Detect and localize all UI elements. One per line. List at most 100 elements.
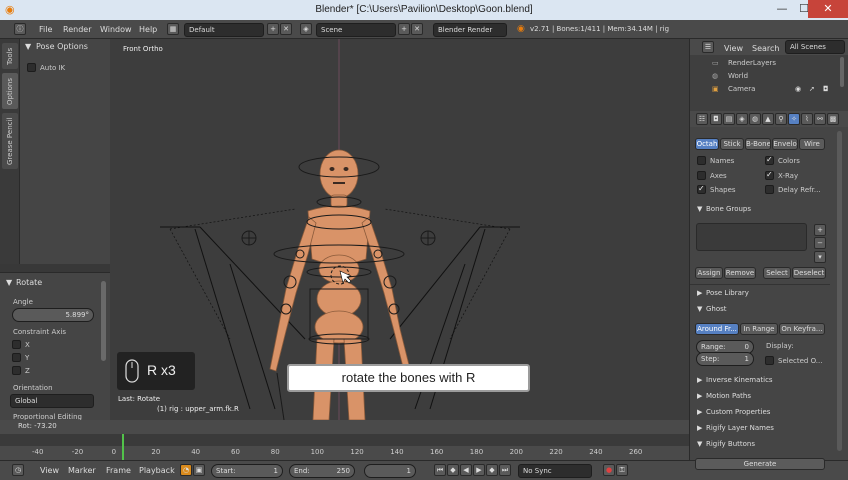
outliner-item-renderlayers[interactable]: RenderLayers	[728, 59, 776, 67]
render-tab-icon[interactable]: ◘	[710, 113, 722, 125]
custom-properties-section[interactable]: Custom Properties	[706, 408, 770, 416]
pose-library-arrow-icon[interactable]: ▶	[697, 289, 702, 297]
generate-button[interactable]: Generate	[695, 458, 825, 470]
axis-x-checkbox[interactable]	[12, 340, 21, 349]
jump-end-icon[interactable]: ⏭	[499, 464, 511, 476]
pose-library-title[interactable]: Pose Library	[706, 289, 749, 297]
add-scene-icon[interactable]: +	[398, 23, 410, 35]
display-wire-button[interactable]: Wire	[799, 138, 825, 150]
ghost-title[interactable]: Ghost	[706, 305, 727, 313]
names-checkbox[interactable]	[697, 156, 706, 165]
end-frame-field[interactable]: End: 250	[289, 464, 355, 478]
menu-file[interactable]: File	[39, 25, 52, 34]
remove-bone-group-icon[interactable]: −	[814, 237, 826, 249]
ik-arrow-icon[interactable]: ▶	[697, 376, 702, 384]
screen-layout-field[interactable]: Default	[184, 23, 264, 37]
assign-button[interactable]: Assign	[695, 267, 723, 279]
rigify-buttons-section[interactable]: Rigify Buttons	[706, 440, 755, 448]
timeline-menu-playback[interactable]: Playback	[139, 466, 175, 475]
timeline-track[interactable]	[0, 434, 689, 446]
timeline-menu-view[interactable]: View	[40, 466, 59, 475]
pose-options-title[interactable]: Pose Options	[36, 42, 88, 51]
3d-viewport[interactable]: Front Ortho Last: Rotate (1) rig: upper…	[110, 39, 689, 420]
close-button[interactable]: ✕	[808, 0, 848, 18]
select-button[interactable]: Select	[763, 267, 791, 279]
render-engine-select[interactable]: Blender Render	[433, 23, 507, 37]
add-screen-icon[interactable]: +	[267, 23, 279, 35]
tab-grease-pencil[interactable]: Grease Pencil	[2, 113, 18, 169]
ghost-in-range-button[interactable]: In Range	[740, 323, 778, 335]
outliner-scrollbar[interactable]	[840, 57, 844, 87]
constraints-tab-icon[interactable]: ⚲	[775, 113, 787, 125]
selectability-arrow-icon[interactable]: ➚	[809, 85, 815, 93]
custom-props-arrow-icon[interactable]: ▶	[697, 408, 702, 416]
armature-data-tab-icon[interactable]: ✧	[788, 113, 800, 125]
next-keyframe-icon[interactable]: ◆	[486, 464, 498, 476]
xray-checkbox[interactable]	[765, 170, 774, 180]
outliner-item-world[interactable]: World	[728, 72, 748, 80]
bone-group-menu-icon[interactable]: ▾	[814, 251, 826, 263]
bone-groups-arrow-icon[interactable]: ▼	[697, 205, 702, 213]
motion-paths-arrow-icon[interactable]: ▶	[697, 392, 702, 400]
outliner-filter-select[interactable]: All Scenes	[785, 40, 845, 54]
angle-field[interactable]: 5.899°	[12, 308, 94, 322]
inverse-kinematics-section[interactable]: Inverse Kinematics	[706, 376, 773, 384]
record-icon[interactable]: ●	[603, 464, 615, 476]
scene-tab-icon[interactable]: ◈	[736, 113, 748, 125]
deselect-button[interactable]: Deselect	[792, 267, 826, 279]
preview-range-icon[interactable]: ◔	[180, 464, 192, 476]
properties-editor-icon[interactable]: ☷	[696, 113, 708, 125]
menu-help[interactable]: Help	[139, 25, 157, 34]
display-envelope-button[interactable]: Envelo	[772, 138, 798, 150]
display-bbone-button[interactable]: B-Bone	[745, 138, 771, 150]
redo-scrollbar[interactable]	[101, 281, 106, 361]
layers-tab-icon[interactable]: ▤	[723, 113, 735, 125]
ghost-arrow-icon[interactable]: ▼	[697, 305, 702, 313]
delay-refresh-checkbox[interactable]	[765, 185, 774, 194]
visibility-eye-icon[interactable]: ◉	[795, 85, 801, 93]
auto-ik-checkbox[interactable]	[27, 63, 36, 72]
rigify-layers-arrow-icon[interactable]: ▶	[697, 424, 702, 432]
bone-groups-list[interactable]	[696, 223, 807, 251]
rigify-buttons-arrow-icon[interactable]: ▼	[697, 440, 702, 448]
axis-z-checkbox[interactable]	[12, 366, 21, 375]
bone-constraints-tab-icon[interactable]: ⚯	[814, 113, 826, 125]
world-tab-icon[interactable]: ◍	[749, 113, 761, 125]
screen-layout-icon[interactable]: ▦	[167, 23, 179, 35]
shapes-checkbox[interactable]	[697, 184, 706, 194]
current-frame-field[interactable]: 1	[364, 464, 416, 478]
keying-icon[interactable]: ⚿	[616, 464, 628, 476]
axis-y-checkbox[interactable]	[12, 353, 21, 362]
scene-icon[interactable]: ◈	[300, 23, 312, 35]
ghost-around-frame-button[interactable]: Around Fr...	[695, 323, 739, 335]
outliner-editor-icon[interactable]: ☰	[702, 41, 714, 53]
motion-paths-section[interactable]: Motion Paths	[706, 392, 751, 400]
axes-checkbox[interactable]	[697, 171, 706, 180]
bone-groups-title[interactable]: Bone Groups	[706, 205, 751, 213]
pose-options-arrow-icon[interactable]: ▼	[25, 42, 31, 51]
display-octahedral-button[interactable]: Octah	[695, 138, 719, 150]
rigify-layer-names-section[interactable]: Rigify Layer Names	[706, 424, 774, 432]
display-stick-button[interactable]: Stick	[720, 138, 744, 150]
outliner-view-menu[interactable]: View	[724, 44, 743, 53]
tab-tools[interactable]: Tools	[2, 43, 18, 69]
scene-field[interactable]: Scene	[316, 23, 396, 37]
editor-type-icon[interactable]: ⓘ	[14, 23, 26, 35]
add-bone-group-icon[interactable]: +	[814, 224, 826, 236]
timeline-menu-frame[interactable]: Frame	[106, 466, 131, 475]
timeline[interactable]: Rot: -73.20 -40 -20 0 20 40 60 80 100 120 140 160 1…	[0, 420, 689, 460]
outliner-search-menu[interactable]: Search	[752, 44, 779, 53]
prev-keyframe-icon[interactable]: ◆	[447, 464, 459, 476]
sync-select[interactable]: No Sync	[518, 464, 592, 478]
start-frame-field[interactable]: Start: 1	[211, 464, 283, 478]
redo-title[interactable]: Rotate	[16, 278, 42, 287]
texture-tab-icon[interactable]: ▩	[827, 113, 839, 125]
ghost-step-field[interactable]: Step: 1	[696, 352, 754, 366]
outliner-item-camera[interactable]: Camera	[728, 85, 755, 93]
menu-window[interactable]: Window	[100, 25, 132, 34]
colors-checkbox[interactable]	[765, 155, 774, 165]
rig-figure[interactable]	[110, 39, 689, 420]
remove-screen-icon[interactable]: ✕	[280, 23, 292, 35]
orientation-select[interactable]: Global	[10, 394, 94, 408]
timeline-menu-marker[interactable]: Marker	[68, 466, 96, 475]
